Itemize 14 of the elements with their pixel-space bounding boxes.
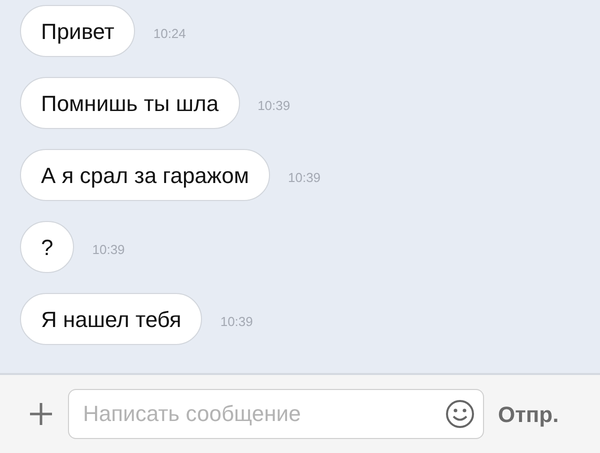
message-time: 10:24 <box>153 25 186 44</box>
message-bubble: Привет <box>20 5 136 57</box>
smiley-icon[interactable] <box>445 399 475 429</box>
message-time: 10:39 <box>220 313 253 332</box>
message-bubble: Помнишь ты шла <box>20 77 240 129</box>
message-bubble: А я срал за гаражом <box>20 149 270 201</box>
message-time: 10:39 <box>92 241 125 260</box>
message-bubble: Я нашел тебя <box>20 293 202 345</box>
message-time: 10:39 <box>258 97 290 116</box>
send-button[interactable]: Отпр. <box>498 398 559 430</box>
plus-icon[interactable] <box>28 401 54 427</box>
message-field[interactable]: Написать сообщение <box>68 389 484 439</box>
message-bubble: ? <box>20 221 74 273</box>
message-time: 10:39 <box>288 169 321 188</box>
